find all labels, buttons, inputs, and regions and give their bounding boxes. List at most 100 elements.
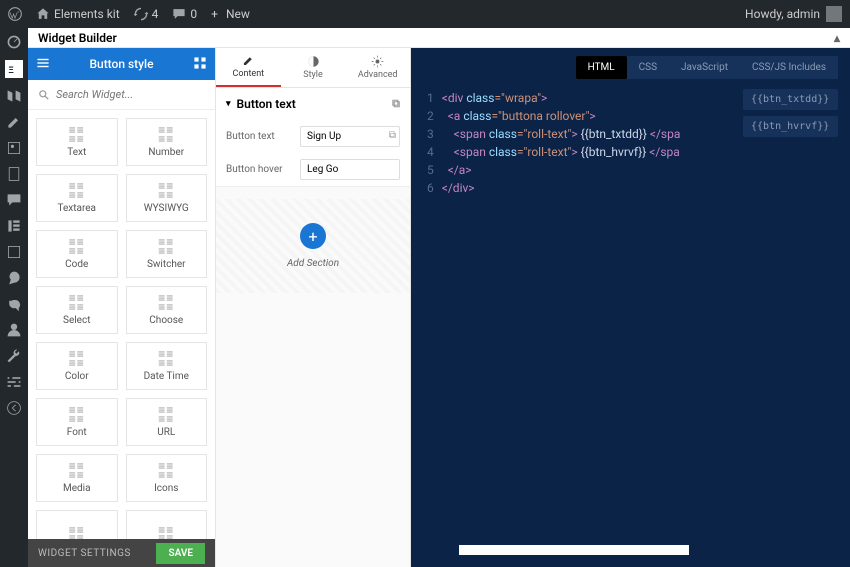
tile-icon: ≡≡≡≡ <box>69 462 85 479</box>
tile-icon: ≡≡≡≡ <box>158 182 174 199</box>
widgets-panel: Button style ≡≡≡≡ Text ≡≡≡≡ Number ≡≡≡≡ Texta… <box>28 48 216 567</box>
tile-label: Select <box>63 315 90 326</box>
tile-label: Textarea <box>58 203 97 214</box>
updates[interactable]: 4 <box>134 7 159 21</box>
search-input[interactable] <box>56 88 205 101</box>
settings-icon[interactable] <box>6 374 22 390</box>
templates-icon[interactable] <box>6 244 22 260</box>
pages-icon[interactable] <box>6 166 22 182</box>
plugins-icon[interactable] <box>6 296 22 312</box>
widget-tile-url[interactable]: ≡≡≡≡ URL <box>126 398 208 446</box>
site-name[interactable]: Elements kit <box>36 7 120 21</box>
add-section-label: Add Section <box>287 258 339 269</box>
code-editor[interactable]: 123456 <div class="wrapa"> <a class="but… <box>423 85 735 545</box>
elementor-icon[interactable] <box>6 218 22 234</box>
wrap-icon[interactable]: ⧉ <box>392 97 400 111</box>
wp-logo-icon[interactable] <box>8 7 22 21</box>
tab-content[interactable]: Content <box>216 48 281 87</box>
tile-label: Text <box>67 147 86 158</box>
tab-js[interactable]: JavaScript <box>669 56 740 79</box>
save-button[interactable]: SAVE <box>156 543 205 564</box>
dashboard-icon[interactable] <box>6 34 22 50</box>
tab-advanced[interactable]: Advanced <box>345 48 410 87</box>
collapse-icon[interactable] <box>6 400 22 416</box>
variable-pill[interactable]: {{btn_txtdd}} <box>743 89 838 110</box>
page-title-bar: Widget Builder ▴ <box>28 28 850 48</box>
tile-label: URL <box>157 427 175 438</box>
tab-style[interactable]: Style <box>281 48 346 87</box>
widget-tile-choose[interactable]: ≡≡≡≡Choose <box>126 286 208 334</box>
user-menu[interactable]: Howdy, admin <box>745 6 842 22</box>
dynamic-icon[interactable]: ⧉ <box>389 130 396 141</box>
comments-icon[interactable] <box>6 192 22 208</box>
widget-tile-text[interactable]: ≡≡≡≡ Text <box>36 118 118 166</box>
widget-tile-number[interactable]: ≡≡≡≡ Number <box>126 118 208 166</box>
field-label-hover: Button hover <box>226 164 294 175</box>
media-icon[interactable] <box>6 140 22 156</box>
tools-icon[interactable] <box>6 348 22 364</box>
wp-admin-bar: Elements kit 4 0 +New Howdy, admin <box>0 0 850 28</box>
tab-css[interactable]: CSS <box>627 56 669 79</box>
widget-tile-icons[interactable]: ≡≡≡≡ Icons <box>126 454 208 502</box>
widget-tile-textarea[interactable]: ≡≡≡≡ Textarea <box>36 174 118 222</box>
tile-icon: ≡≡≡≡ <box>69 238 85 255</box>
avatar <box>826 6 842 22</box>
widget-tile-switcher[interactable]: ≡≡≡≡ Switcher <box>126 230 208 278</box>
chevron-down-icon: ▾ <box>226 99 231 109</box>
preview-panel: HTML CSS JavaScript CSS/JS Includes 1234… <box>411 48 850 567</box>
tile-icon: ≡≡≡≡ <box>158 238 174 255</box>
widget-tile-date-time[interactable]: ≡≡≡≡Date Time <box>126 342 208 390</box>
tile-icon: ≡≡≡≡ <box>69 126 85 143</box>
tab-html[interactable]: HTML <box>576 56 627 79</box>
button-text-input[interactable] <box>300 126 400 147</box>
tile-label: Color <box>65 371 89 382</box>
collapse-panel-icon[interactable]: ▴ <box>834 31 840 45</box>
tile-icon: ≡≡≡≡ <box>158 462 174 479</box>
widget-tile-media[interactable]: ≡≡≡≡ Media <box>36 454 118 502</box>
tile-icon: ≡≡≡≡ <box>158 406 174 423</box>
tile-label: Switcher <box>147 259 186 270</box>
search-icon <box>38 89 50 101</box>
tab-includes[interactable]: CSS/JS Includes <box>740 56 838 79</box>
elements-kit-icon[interactable]: Ξ <box>5 60 23 78</box>
tile-icon: ≡≡≡≡ <box>69 182 85 199</box>
tile-label: Number <box>148 147 184 158</box>
tile-label: Date Time <box>144 371 189 382</box>
grid-icon[interactable] <box>193 56 207 73</box>
widget-settings-label[interactable]: WIDGET SETTINGS <box>38 548 131 559</box>
svg-text:Ξ: Ξ <box>8 65 14 76</box>
users-icon[interactable] <box>6 322 22 338</box>
section-title: Button text <box>237 97 296 111</box>
comments[interactable]: 0 <box>172 7 197 21</box>
widget-tile[interactable]: ≡≡≡≡ <box>36 510 118 539</box>
horizontal-scrollbar[interactable] <box>423 545 838 555</box>
tile-icon: ≡≡≡≡ <box>158 294 174 311</box>
widget-tile-font[interactable]: ≡≡≡≡Font <box>36 398 118 446</box>
widget-tile[interactable]: ≡≡≡≡ <box>126 510 208 539</box>
new-content[interactable]: +New <box>211 7 250 21</box>
tile-icon: ≡≡≡≡ <box>69 350 85 367</box>
field-label-text: Button text <box>226 131 294 142</box>
hamburger-icon[interactable] <box>36 56 50 73</box>
widget-tile-code[interactable]: ≡≡≡≡Code <box>36 230 118 278</box>
tile-icon: ≡≡≡≡ <box>158 126 174 143</box>
widget-tile-color[interactable]: ≡≡≡≡ Color <box>36 342 118 390</box>
tile-label: Media <box>63 483 91 494</box>
widget-tile-select[interactable]: ≡≡≡≡ Select <box>36 286 118 334</box>
tile-icon: ≡≡≡≡ <box>69 294 85 311</box>
page-title: Widget Builder <box>38 31 117 45</box>
add-section-zone: + Add Section <box>216 199 410 293</box>
button-hover-input[interactable] <box>300 159 400 180</box>
wp-admin-menu: Ξ <box>0 28 28 567</box>
variable-pill[interactable]: {{btn_hvrvf}} <box>743 116 838 137</box>
add-section-button[interactable]: + <box>300 223 326 249</box>
tile-label: Font <box>67 427 87 438</box>
builder-icon[interactable] <box>6 88 22 104</box>
widgets-header-title: Button style <box>89 57 153 71</box>
tile-label: Icons <box>154 483 178 494</box>
section-header[interactable]: ▾ Button text ⧉ <box>216 88 410 120</box>
widgets-header: Button style <box>28 48 215 80</box>
posts-icon[interactable] <box>6 114 22 130</box>
widget-tile-wysiwyg[interactable]: ≡≡≡≡WYSIWYG <box>126 174 208 222</box>
appearance-icon[interactable] <box>6 270 22 286</box>
